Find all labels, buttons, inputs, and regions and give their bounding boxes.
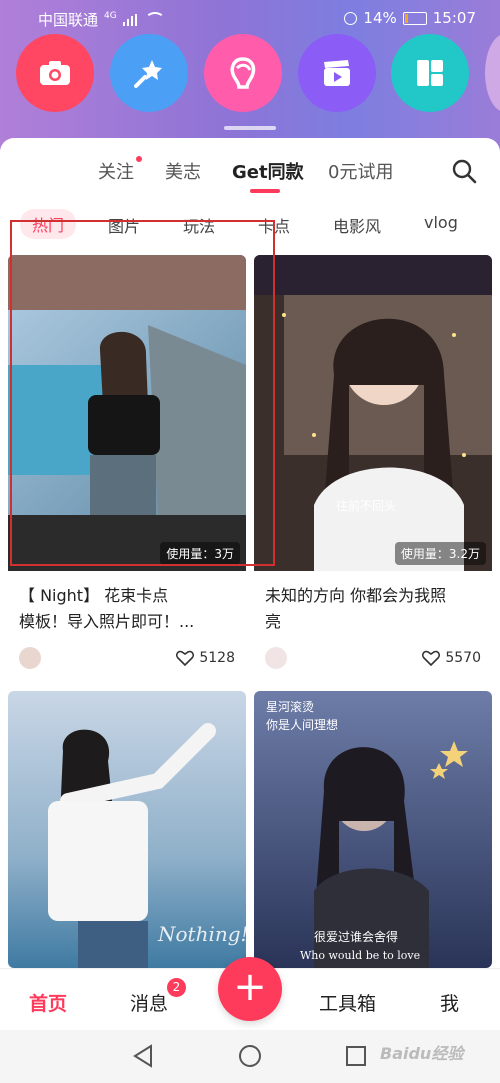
- card-title-line2: 模板！导入照片即可！...: [19, 612, 195, 631]
- like-button[interactable]: 5128: [176, 650, 235, 666]
- watermark-logo: Baidu经验: [380, 1044, 464, 1063]
- nav-toolbox[interactable]: 工具箱: [319, 989, 376, 1016]
- overlay-lyric-line1: 很爱过谁会舍得: [314, 929, 398, 944]
- heart-icon: [176, 650, 195, 666]
- avatar[interactable]: [265, 647, 287, 669]
- home-circle-icon[interactable]: [238, 1044, 262, 1068]
- template-card[interactable]: 星河滚烫 你是人间理想 很爱过谁会舍得 Who would be to love: [254, 691, 492, 968]
- like-button[interactable]: 5570: [422, 650, 481, 666]
- status-bar: 中国联通 4G 14% 15:07: [0, 0, 500, 36]
- video-clapper-icon: [324, 60, 350, 86]
- wifi-icon: [144, 11, 165, 28]
- template-card[interactable]: 往前不回头 使用量：3.2万 未知的方向 你都会为我照 亮 5570: [254, 255, 492, 680]
- template-photo: Nothing!: [8, 691, 246, 968]
- nav-messages[interactable]: 消息: [130, 989, 168, 1016]
- nav-home[interactable]: 首页: [29, 989, 67, 1016]
- tool-shortcuts: [0, 34, 500, 114]
- tab-free-trial-label: 0元试用: [328, 162, 394, 183]
- card-title-line2: 亮: [265, 612, 282, 631]
- highlight-box: [10, 220, 275, 566]
- card-meta: 5570: [265, 647, 481, 669]
- search-icon[interactable]: [451, 158, 477, 184]
- recents-square-icon[interactable]: [345, 1045, 367, 1067]
- overlay-caption: Nothing!: [157, 922, 246, 946]
- message-badge: 2: [167, 978, 186, 997]
- camera-button[interactable]: [16, 34, 94, 112]
- card-title-line1: 未知的方向 你都会为我照: [265, 586, 447, 605]
- network-type: 4G: [104, 10, 117, 21]
- alarm-icon: [344, 11, 358, 25]
- feed-tabs: 关注 美志 Get同款 0元试用: [0, 138, 500, 204]
- usage-count: 使用量：3.2万: [394, 542, 486, 565]
- signal-icon: [122, 13, 139, 26]
- category-vlog[interactable]: vlog: [424, 213, 458, 232]
- template-photo: 星河滚烫 你是人间理想 很爱过谁会舍得 Who would be to love: [254, 691, 492, 968]
- overlay-caption: 往前不回头: [336, 498, 396, 513]
- collage-button[interactable]: [391, 34, 469, 112]
- card-title-line1: 【 Night】 花束卡点: [19, 586, 169, 605]
- new-content-dot: [136, 156, 142, 162]
- template-card[interactable]: Nothing!: [8, 691, 246, 968]
- video-edit-button[interactable]: [298, 34, 376, 112]
- layout-grid-icon: [417, 60, 443, 86]
- overlay-lyric-line2: Who would be to love: [300, 949, 420, 962]
- card-meta: 5128: [19, 647, 235, 669]
- battery-icon: [402, 11, 427, 25]
- tab-follow[interactable]: 关注: [98, 156, 142, 184]
- heart-icon: [422, 650, 441, 666]
- tab-free-trial[interactable]: 0元试用: [328, 158, 393, 184]
- tab-meizhi-label: 美志: [165, 162, 201, 183]
- carrier-name: 中国联通: [38, 11, 99, 29]
- tab-get-same[interactable]: Get同款: [232, 158, 304, 184]
- overlay-title-line2: 你是人间理想: [266, 717, 338, 732]
- template-photo: 往前不回头: [254, 255, 492, 571]
- nav-me[interactable]: 我: [440, 989, 459, 1016]
- magic-edit-button[interactable]: [110, 34, 188, 112]
- like-count: 5570: [445, 650, 481, 666]
- more-tool-button[interactable]: [485, 34, 500, 112]
- category-film-style[interactable]: 电影风: [333, 213, 381, 237]
- beauty-button[interactable]: [204, 34, 282, 112]
- tab-follow-label: 关注: [98, 162, 134, 183]
- clock-time: 15:07: [432, 9, 476, 27]
- tab-get-same-label: Get同款: [232, 162, 304, 183]
- active-tab-indicator: [250, 189, 280, 193]
- drag-handle[interactable]: [224, 126, 276, 130]
- beauty-face-icon: [230, 57, 256, 89]
- battery-percent: 14%: [363, 9, 397, 27]
- tab-meizhi[interactable]: 美志: [165, 158, 201, 184]
- magic-wand-icon: [134, 60, 162, 88]
- avatar[interactable]: [19, 647, 41, 669]
- overlay-title-line1: 星河滚烫: [266, 699, 314, 714]
- camera-icon: [40, 61, 70, 85]
- back-icon[interactable]: [132, 1044, 154, 1068]
- publish-button[interactable]: +: [218, 957, 282, 1021]
- like-count: 5128: [199, 650, 235, 666]
